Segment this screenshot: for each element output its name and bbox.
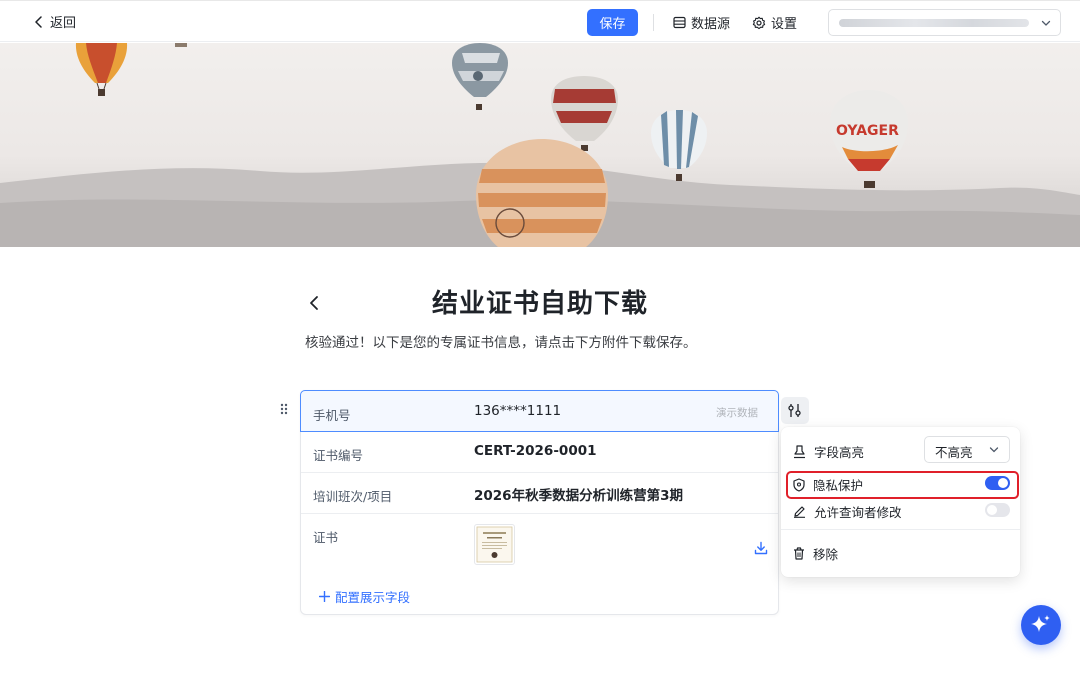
remove-field-button[interactable]: 移除 xyxy=(793,544,838,563)
chevron-down-icon xyxy=(989,447,999,453)
toggle-knob xyxy=(987,505,997,515)
pencil-icon xyxy=(794,506,805,518)
datasource-button[interactable]: 数据源 xyxy=(673,13,730,32)
allow-edit-item: 允许查询者修改 xyxy=(793,502,902,521)
toggle-knob xyxy=(998,478,1008,488)
field-highlight-item: 字段高亮 xyxy=(793,442,864,461)
settings-button[interactable]: 设置 xyxy=(752,13,797,32)
highlight-select-value: 不高亮 xyxy=(935,445,973,460)
chevron-left-icon xyxy=(35,15,42,28)
allow-edit-label: 允许查询者修改 xyxy=(814,505,902,520)
ai-assistant-button[interactable] xyxy=(1021,605,1061,645)
field-row-class[interactable]: 培训班次/项目 2026年秋季数据分析训练营第3期 xyxy=(301,473,778,514)
highlighter-icon xyxy=(794,444,805,458)
url-select[interactable] xyxy=(828,9,1061,36)
allow-edit-toggle[interactable] xyxy=(985,503,1010,517)
certificate-form-card: 手机号 136****1111 演示数据 证书编号 CERT-2026-0001… xyxy=(300,390,779,615)
field-label: 证书编号 xyxy=(313,448,364,463)
configure-fields-button[interactable]: 配置展示字段 xyxy=(319,587,410,606)
sliders-icon xyxy=(788,404,801,417)
field-value: 2026年秋季数据分析训练营第3期 xyxy=(474,488,683,504)
configure-fields-label: 配置展示字段 xyxy=(335,590,411,605)
highlight-select[interactable]: 不高亮 xyxy=(924,436,1010,463)
plus-icon xyxy=(319,591,330,602)
privacy-toggle[interactable] xyxy=(985,476,1010,490)
trash-icon xyxy=(794,547,804,560)
divider xyxy=(781,529,1020,530)
top-bar: 返回 保存 数据源 设置 xyxy=(0,0,1080,42)
chevron-left-icon[interactable] xyxy=(308,293,320,313)
privacy-protection-item: 隐私保护 xyxy=(793,475,863,494)
page-title: 结业证书自助下载 xyxy=(431,289,648,319)
field-settings-popover: 字段高亮 不高亮 隐私保护 允许查询者修改 移除 xyxy=(781,427,1020,577)
field-row-cert-no[interactable]: 证书编号 CERT-2026-0001 xyxy=(301,432,778,473)
field-label: 证书 xyxy=(313,530,339,545)
shield-icon xyxy=(793,477,805,492)
drag-handle-icon[interactable] xyxy=(280,403,288,415)
field-label: 培训班次/项目 xyxy=(313,489,393,504)
field-row-phone[interactable]: 手机号 136****1111 演示数据 xyxy=(300,390,779,432)
svg-text:OYAGER: OYAGER xyxy=(836,123,899,139)
field-value: 136****1111 xyxy=(474,403,562,419)
settings-label: 设置 xyxy=(771,17,798,32)
field-label: 手机号 xyxy=(313,408,351,423)
divider xyxy=(653,14,654,31)
database-icon xyxy=(673,16,686,29)
page-subtitle: 核验通过！以下是您的专属证书信息，请点击下方附件下载保存。 xyxy=(305,335,697,351)
chevron-down-icon xyxy=(1041,20,1051,26)
back-label: 返回 xyxy=(50,16,77,31)
privacy-protection-label: 隐私保护 xyxy=(813,478,864,493)
field-row-certificate[interactable]: 证书 xyxy=(301,514,778,576)
sparkle-icon xyxy=(1031,615,1050,632)
back-button[interactable]: 返回 xyxy=(34,12,76,31)
url-value-blurred xyxy=(839,19,1029,27)
hot-air-balloons-illustration: OYAGER xyxy=(0,43,1080,247)
field-highlight-label: 字段高亮 xyxy=(814,445,865,460)
datasource-label: 数据源 xyxy=(691,17,731,32)
save-button[interactable]: 保存 xyxy=(587,9,638,36)
remove-label: 移除 xyxy=(813,547,839,562)
certificate-thumbnail[interactable] xyxy=(474,524,515,565)
download-icon[interactable] xyxy=(754,541,768,555)
gear-icon xyxy=(752,16,766,29)
demo-data-tag: 演示数据 xyxy=(716,407,758,419)
field-settings-button[interactable] xyxy=(781,397,809,424)
field-value: CERT-2026-0001 xyxy=(474,443,597,459)
banner-image: OYAGER xyxy=(0,43,1080,247)
